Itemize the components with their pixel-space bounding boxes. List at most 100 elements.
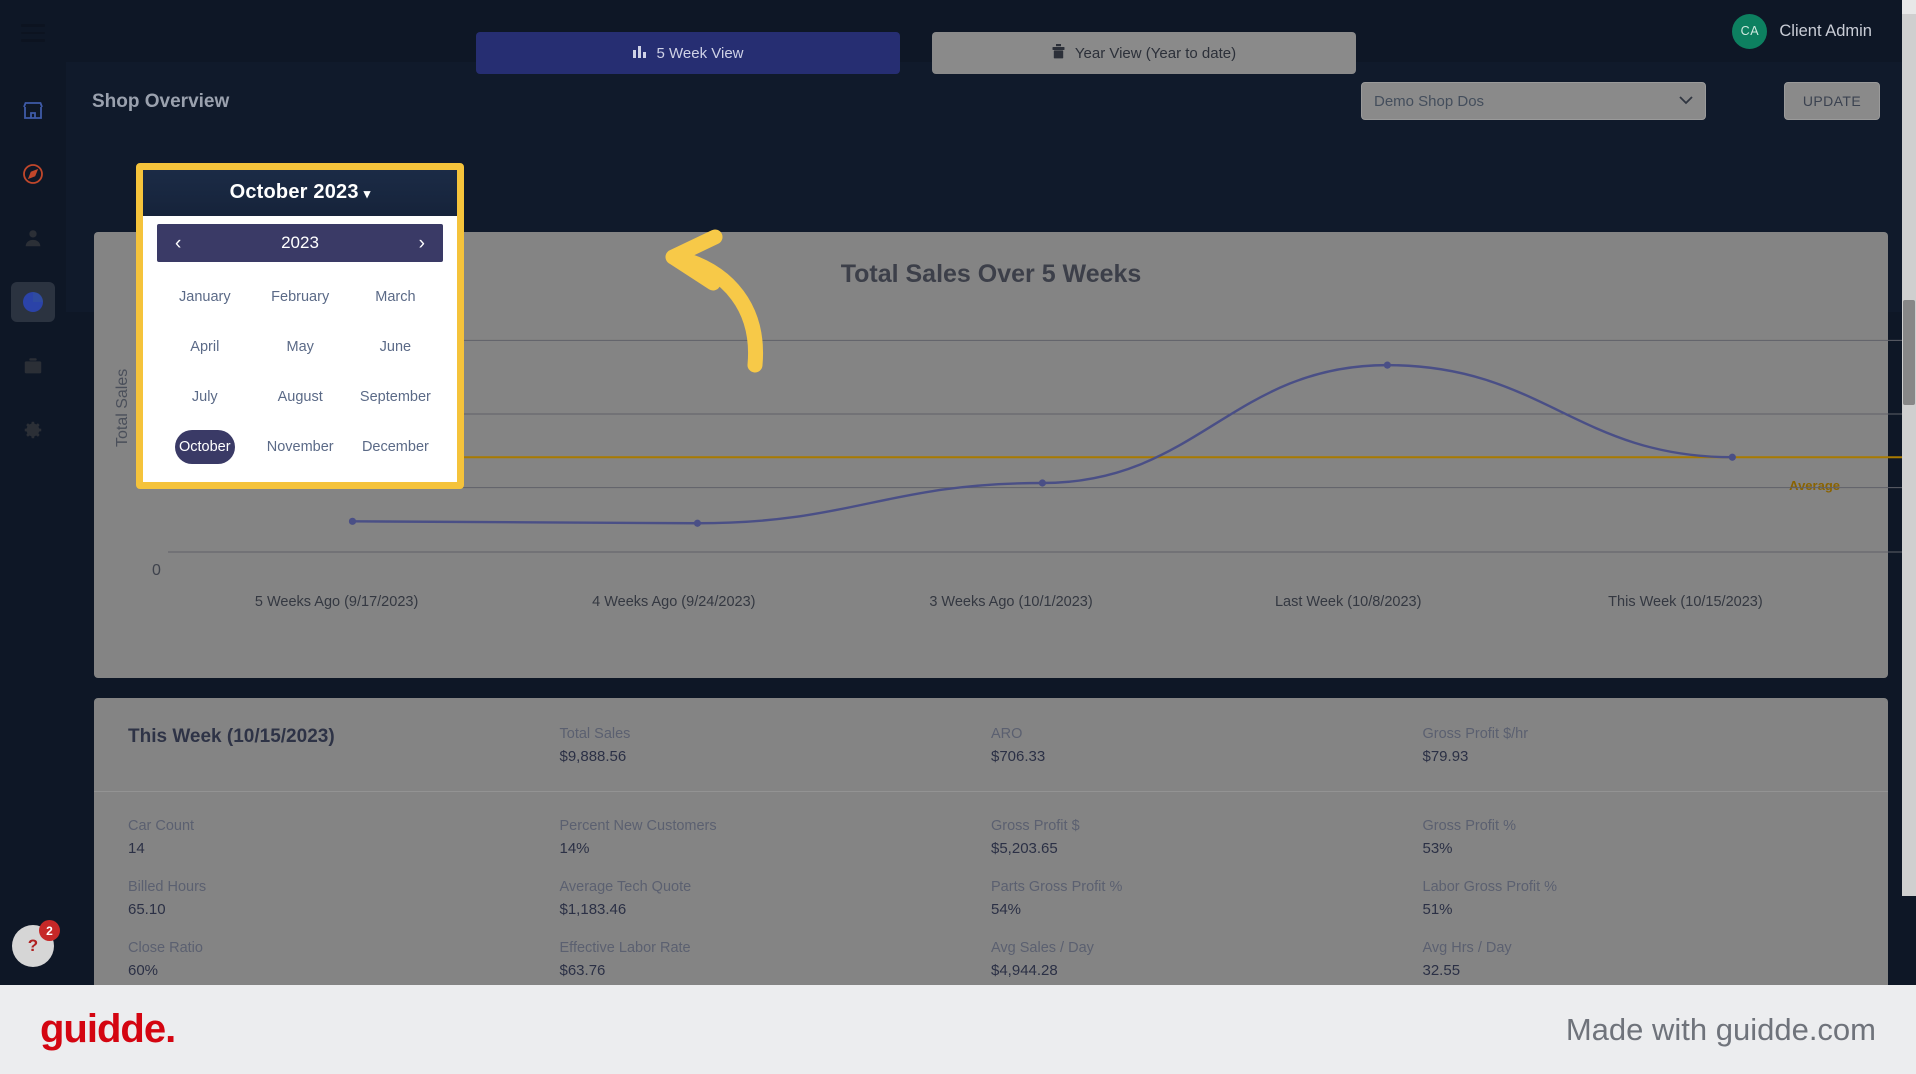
shop-select-value: Demo Shop Dos	[1374, 92, 1485, 110]
metric-label: Gross Profit $/hr	[1422, 726, 1529, 742]
metric-value: 60%	[128, 962, 159, 979]
guidde-footer: guidde. Made with guidde.com	[0, 985, 1916, 1074]
month-option-november[interactable]: November	[253, 430, 348, 464]
next-year-button[interactable]: ›	[419, 234, 425, 253]
month-option-january[interactable]: January	[157, 280, 253, 314]
metric-label: ARO	[991, 726, 1023, 742]
month-option-august[interactable]: August	[253, 380, 348, 414]
metrics-week-title-col: This Week (10/15/2023)	[128, 726, 560, 765]
hamburger-icon[interactable]	[21, 24, 45, 42]
update-button[interactable]: UPDATE	[1784, 82, 1880, 120]
metric-close-ratio: Close Ratio 60%	[128, 940, 560, 979]
metric-value: 53%	[1422, 840, 1453, 857]
date-picker-year-label: 2023	[281, 233, 319, 252]
month-option-march[interactable]: March	[348, 280, 443, 314]
month-option-may[interactable]: May	[253, 330, 348, 364]
caret-down-icon: ▾	[363, 186, 371, 201]
metric-label: Car Count	[128, 818, 195, 834]
prev-year-button[interactable]: ‹	[175, 234, 181, 253]
sidebar-item-settings[interactable]	[11, 410, 55, 450]
pie-chart-icon	[21, 290, 45, 314]
metric-car-count: Car Count 14	[128, 818, 560, 857]
metric-value: $1,183.46	[559, 901, 627, 918]
metrics-top-row: This Week (10/15/2023) Total Sales $9,88…	[94, 698, 1888, 765]
month-option-december[interactable]: December	[348, 430, 443, 464]
metrics-column-4: Gross Profit % 53% Labor Gross Profit % …	[1423, 818, 1855, 985]
metric-total-sales: Total Sales $9,888.56	[560, 726, 992, 765]
metric-label: Avg Hrs / Day	[1422, 940, 1512, 956]
scrollbar-top-cap	[1902, 0, 1916, 14]
month-option-september[interactable]: September	[348, 380, 443, 414]
chart-x-tick-labels: 5 Weeks Ago (9/17/2023) 4 Weeks Ago (9/2…	[168, 594, 1854, 610]
username-label: Client Admin	[1779, 21, 1872, 40]
month-option-june[interactable]: June	[348, 330, 443, 364]
metric-label: Avg Sales / Day	[991, 940, 1094, 956]
date-picker-header[interactable]: October 2023 ▾	[143, 170, 457, 216]
metric-label: Total Sales	[559, 726, 631, 742]
metric-value: $79.93	[1422, 748, 1469, 765]
metric-avg-hrs-per-day: Avg Hrs / Day 32.55	[1423, 940, 1855, 979]
metrics-week-title: This Week (10/15/2023)	[128, 726, 335, 747]
shop-select[interactable]: Demo Shop Dos	[1361, 82, 1706, 120]
tab-year-view[interactable]: Year View (Year to date)	[932, 32, 1356, 74]
sidebar-item-explore[interactable]	[11, 154, 55, 194]
metric-label: Percent New Customers	[559, 818, 717, 834]
sidebar-item-reports[interactable]	[11, 282, 55, 322]
metric-label: Billed Hours	[128, 879, 207, 895]
metrics-column-2: Percent New Customers 14% Average Tech Q…	[560, 818, 992, 985]
x-tick-3: Last Week (10/8/2023)	[1274, 594, 1422, 610]
metrics-column-1: Car Count 14 Billed Hours 65.10 Close Ra…	[128, 818, 560, 985]
metric-gross-profit-per-hr: Gross Profit $/hr $79.93	[1423, 726, 1855, 765]
x-tick-2: 3 Weeks Ago (10/1/2023)	[929, 594, 1093, 610]
metric-parts-gross-profit-pct: Parts Gross Profit % 54%	[991, 879, 1423, 918]
date-picker-popover[interactable]: October 2023 ▾ ‹ 2023 › January February …	[136, 163, 464, 489]
metrics-grid: Car Count 14 Billed Hours 65.10 Close Ra…	[94, 792, 1888, 985]
bar-chart-icon	[632, 44, 647, 62]
month-option-april[interactable]: April	[157, 330, 253, 364]
briefcase-icon	[22, 355, 44, 377]
compass-icon	[21, 162, 45, 186]
made-with-label: Made with guidde.com	[1565, 1011, 1876, 1047]
sidebar-item-inventory[interactable]	[11, 346, 55, 386]
page-scrollbar[interactable]	[1902, 0, 1916, 896]
metric-value: $5,203.65	[991, 840, 1058, 857]
tab-5-week-view[interactable]: 5 Week View	[476, 32, 900, 74]
store-icon	[21, 98, 45, 122]
x-tick-0: 5 Weeks Ago (9/17/2023)	[254, 594, 419, 610]
metric-label: Parts Gross Profit %	[991, 879, 1123, 895]
date-picker-header-label: October 2023	[229, 181, 359, 203]
application-root: ? 2 CA Client Admin Shop Overview Demo S…	[0, 0, 1916, 985]
chevron-down-icon	[1679, 94, 1693, 108]
sidebar-item-users[interactable]	[11, 218, 55, 258]
tab-year-view-label: Year View (Year to date)	[1074, 44, 1237, 62]
metric-label: Gross Profit %	[1422, 818, 1516, 834]
sidebar-item-shops[interactable]	[11, 90, 55, 130]
chart-y-tick-zero: 0	[152, 562, 161, 579]
metric-value: $63.76	[559, 962, 606, 979]
month-option-february[interactable]: February	[253, 280, 348, 314]
metric-value: $706.33	[991, 748, 1046, 765]
help-badge[interactable]: ? 2	[12, 920, 60, 967]
metric-value: 51%	[1422, 901, 1453, 918]
subheader: Shop Overview Demo Shop Dos UPDATE	[66, 62, 1916, 142]
scrollbar-thumb[interactable]	[1903, 300, 1915, 405]
metric-labor-gross-profit-pct: Labor Gross Profit % 51%	[1423, 879, 1855, 918]
metric-gross-profit-pct: Gross Profit % 53%	[1423, 818, 1855, 857]
date-picker-panel: ‹ 2023 › January February March April Ma…	[143, 216, 457, 482]
metric-effective-labor-rate: Effective Labor Rate $63.76	[560, 940, 992, 979]
person-icon	[22, 227, 44, 249]
metric-billed-hours: Billed Hours 65.10	[128, 879, 560, 918]
sidebar: ? 2	[0, 0, 66, 985]
month-option-october[interactable]: October	[175, 430, 235, 464]
x-tick-4: This Week (10/15/2023)	[1608, 594, 1763, 610]
guidde-logo: guidde.	[40, 1007, 176, 1051]
page-title: Shop Overview	[92, 91, 230, 112]
date-picker-month-grid: January February March April May June Ju…	[157, 262, 443, 464]
gear-icon	[22, 419, 44, 441]
metric-value: 14	[128, 840, 145, 857]
metric-avg-sales-per-day: Avg Sales / Day $4,944.28	[991, 940, 1423, 979]
metric-aro: ARO $706.33	[991, 726, 1423, 765]
month-option-july[interactable]: July	[157, 380, 253, 414]
metric-value: 54%	[991, 901, 1022, 918]
avatar[interactable]: CA	[1732, 13, 1768, 49]
